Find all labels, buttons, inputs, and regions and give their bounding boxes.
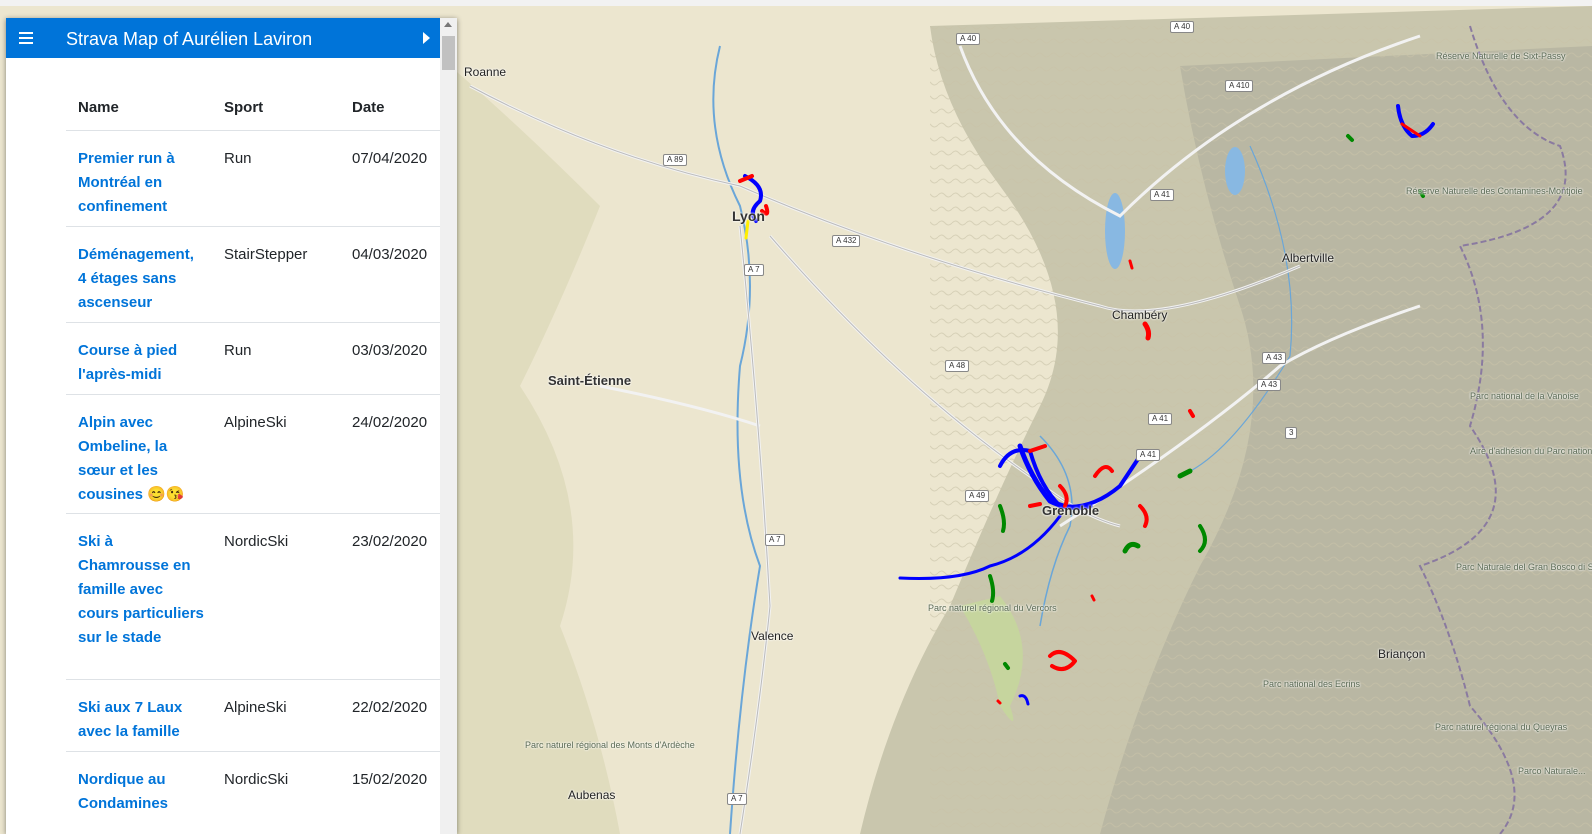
activity-date: 03/03/2020 — [352, 342, 428, 359]
activity-date: 15/02/2020 — [352, 771, 428, 788]
city-label: Albertville — [1282, 251, 1335, 265]
activity-name-link[interactable]: Premier run à Montréal en confinement — [78, 147, 206, 219]
activity-sidebar: Strava Map of Aurélien Laviron Name Spor… — [6, 18, 457, 834]
activity-name-link[interactable]: Ski aux 7 Laux avec la famille — [78, 696, 206, 744]
city-label: Saint-Étienne — [548, 373, 632, 388]
road-shield: A 432 — [832, 235, 861, 247]
park-label: Parc naturel régional du Queyras — [1435, 722, 1568, 732]
activity-name-link[interactable]: Déménagement, 4 étages sans ascenseur — [78, 243, 206, 315]
park-label: Réserve Naturelle des Contamines-Montjoi… — [1406, 186, 1583, 196]
city-label: Roanne — [464, 65, 507, 79]
activity-sport: NordicSki — [224, 771, 289, 788]
road-shield: A 7 — [765, 534, 785, 546]
activity-date: 23/02/2020 — [352, 533, 428, 550]
park-label: Parc Naturale del Gran Bosco di Salbertr… — [1456, 562, 1592, 572]
table-row[interactable]: Ski à Chamrousse en famille avec cours p… — [66, 514, 440, 680]
road-shield: A 43 — [1257, 379, 1282, 391]
park-label: Parc national des Ecrins — [1263, 679, 1361, 689]
table-row[interactable]: Ski aux 7 Laux avec la famille AlpineSki… — [66, 680, 440, 752]
sidebar-scrollbar[interactable] — [440, 18, 457, 834]
road-shield: A 40 — [1170, 21, 1195, 33]
activity-date: 24/02/2020 — [352, 414, 428, 431]
activity-sport: AlpineSki — [224, 699, 287, 716]
park-label: Réserve Naturelle de Sixt-Passy — [1436, 51, 1566, 61]
scroll-thumb[interactable] — [442, 36, 455, 70]
park-label: Aire d'adhésion du Parc national de la V… — [1470, 446, 1592, 456]
city-label: Valence — [751, 629, 794, 643]
table-row[interactable]: Course à pied l'après-midi Run 03/03/202… — [66, 323, 440, 395]
road-shield: A 7 — [727, 793, 747, 805]
column-header-name[interactable]: Name — [78, 99, 119, 116]
road-shield: A 89 — [663, 154, 688, 166]
road-shield: A 41 — [1136, 449, 1161, 461]
road-shield: A 40 — [956, 33, 981, 45]
activity-date: 07/04/2020 — [352, 150, 428, 167]
table-row[interactable]: Nordique au Condamines NordicSki 15/02/2… — [66, 752, 440, 834]
activity-sport: NordicSki — [224, 533, 289, 550]
city-label: Lyon — [732, 208, 765, 224]
road-shield: A 41 — [1150, 189, 1175, 201]
activity-sport: AlpineSki — [224, 414, 287, 431]
activity-name-link[interactable]: Nordique au Condamines — [78, 768, 206, 816]
city-label: Aubenas — [568, 788, 616, 802]
road-shield: A 48 — [945, 360, 970, 372]
hamburger-menu-icon[interactable] — [19, 32, 33, 44]
road-shield: A 49 — [965, 490, 990, 502]
park-label: Parc national de la Vanoise — [1470, 391, 1579, 401]
activity-sport: StairStepper — [224, 246, 308, 263]
table-row[interactable]: Alpin avec Ombeline, la sœur et les cous… — [66, 395, 440, 514]
column-header-sport[interactable]: Sport — [224, 99, 263, 116]
park-label: Parc naturel régional des Monts d'Ardèch… — [525, 740, 695, 750]
city-label: Grenoble — [1042, 503, 1100, 518]
sidebar-header: Strava Map of Aurélien Laviron — [6, 18, 440, 58]
activity-name-link[interactable]: Course à pied l'après-midi — [78, 339, 206, 387]
collapse-sidebar-icon[interactable] — [423, 32, 430, 44]
activity-date: 04/03/2020 — [352, 246, 428, 263]
park-label: Parc naturel régional du Vercors — [928, 603, 1057, 613]
table-row[interactable]: Déménagement, 4 étages sans ascenseur St… — [66, 227, 440, 323]
road-shield: A 410 — [1225, 80, 1254, 92]
activity-name-link[interactable]: Ski à Chamrousse en famille avec cours p… — [78, 530, 206, 650]
activity-sport: Run — [224, 150, 252, 167]
column-header-date[interactable]: Date — [352, 99, 385, 116]
table-row[interactable]: Premier run à Montréal en confinement Ru… — [66, 131, 440, 227]
city-label: Chambéry — [1112, 308, 1168, 322]
road-shield: A 41 — [1148, 413, 1173, 425]
table-header: Name Sport Date — [66, 58, 440, 131]
city-label: Briançon — [1378, 647, 1426, 661]
activity-sport: Run — [224, 342, 252, 359]
road-shield: A 43 — [1262, 352, 1287, 364]
activity-date: 22/02/2020 — [352, 699, 428, 716]
scroll-up-arrow-icon[interactable] — [444, 22, 452, 27]
road-shield: 3 — [1285, 427, 1298, 439]
activity-name-link[interactable]: Alpin avec Ombeline, la sœur et les cous… — [78, 411, 206, 507]
park-label: Parco Naturale... — [1518, 766, 1586, 776]
road-shield: A 7 — [744, 264, 764, 276]
sidebar-title: Strava Map of Aurélien Laviron — [66, 29, 313, 49]
